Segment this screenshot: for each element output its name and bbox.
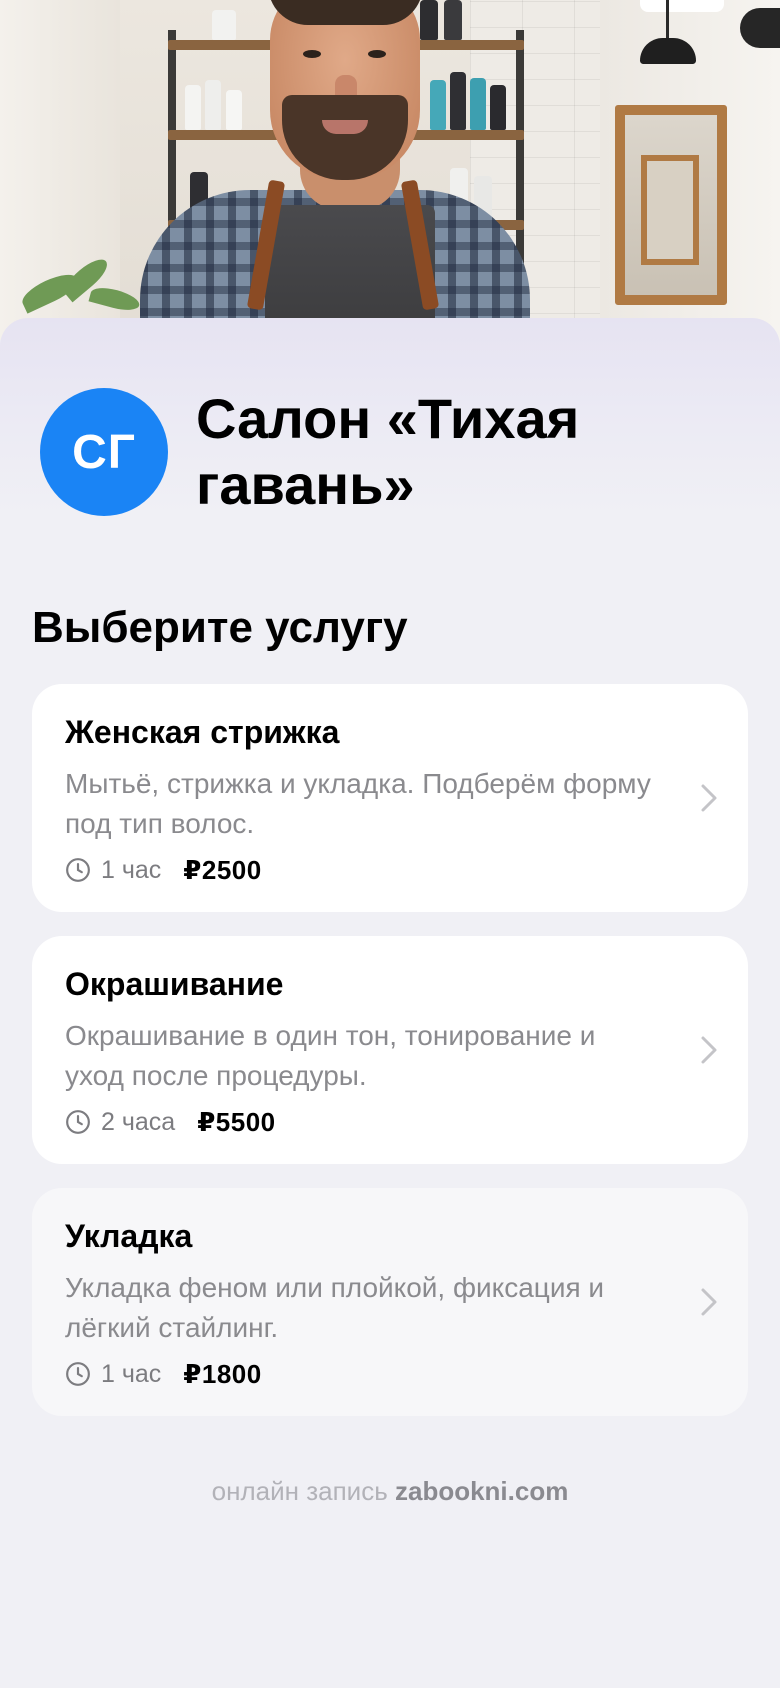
hero-mirror (615, 105, 727, 305)
service-description: Мытьё, стрижка и укладка. Подберём форму… (65, 768, 651, 839)
service-card-coloring[interactable]: Окрашивание Окрашивание в один тон, тони… (32, 936, 748, 1164)
service-meta: 1 час ₽1800 (65, 1358, 262, 1390)
clock-icon (66, 1110, 90, 1134)
service-meta: 1 час ₽2500 (65, 854, 262, 886)
clock-icon (66, 1362, 90, 1386)
footer-credit: онлайн запись zabookni.com (0, 1476, 780, 1507)
hero-person-eye (368, 50, 386, 58)
hero-person-hair (268, 0, 423, 25)
service-description: Окрашивание в один тон, тонирование и ух… (65, 1020, 596, 1091)
service-description: Укладка феном или плойкой, фиксация и лё… (65, 1272, 605, 1343)
service-duration: 2 часа (101, 1107, 176, 1136)
service-title: Укладка (65, 1218, 193, 1254)
hero-bottle (226, 90, 242, 130)
salon-name: Салон «Тихая гавань» (196, 387, 580, 516)
service-meta: 2 часа ₽5500 (65, 1106, 276, 1138)
chevron-right-icon (701, 1036, 717, 1064)
service-price: ₽1800 (183, 1358, 262, 1389)
hero-lamp-cord (666, 0, 669, 40)
hero-ceiling-light (640, 0, 724, 12)
hero-photo (0, 0, 780, 340)
clock-icon (66, 858, 90, 882)
footer-brand-link[interactable]: zabookni.com (395, 1476, 568, 1506)
hero-bottle (430, 80, 446, 130)
hero-pot (212, 10, 236, 40)
service-duration: 1 час (101, 1359, 162, 1388)
hero-bottle (420, 0, 438, 40)
service-price: ₽5500 (197, 1106, 276, 1137)
section-title: Выберите услугу (32, 603, 408, 652)
hero-bottle (470, 78, 486, 130)
salon-initials: СГ (72, 425, 136, 479)
service-duration: 1 час (101, 855, 162, 884)
footer-prefix: онлайн запись (211, 1476, 388, 1506)
hero-bottle (490, 85, 506, 130)
hero-bottle (185, 85, 201, 130)
salon-avatar: СГ (40, 388, 168, 516)
chevron-right-icon (701, 1288, 717, 1316)
service-card-styling[interactable]: Укладка Укладка феном или плойкой, фикса… (32, 1188, 748, 1416)
service-title: Окрашивание (65, 966, 284, 1002)
service-card-haircut[interactable]: Женская стрижка Мытьё, стрижка и укладка… (32, 684, 748, 912)
hero-bottle (444, 0, 462, 40)
service-title: Женская стрижка (65, 714, 340, 750)
hero-bottle (450, 72, 466, 130)
service-price: ₽2500 (183, 854, 262, 885)
chevron-right-icon (701, 784, 717, 812)
hero-bottle (205, 80, 221, 130)
hero-lamp-right (740, 8, 780, 48)
hero-person-eye (303, 50, 321, 58)
hero-person-mouth (322, 120, 368, 134)
